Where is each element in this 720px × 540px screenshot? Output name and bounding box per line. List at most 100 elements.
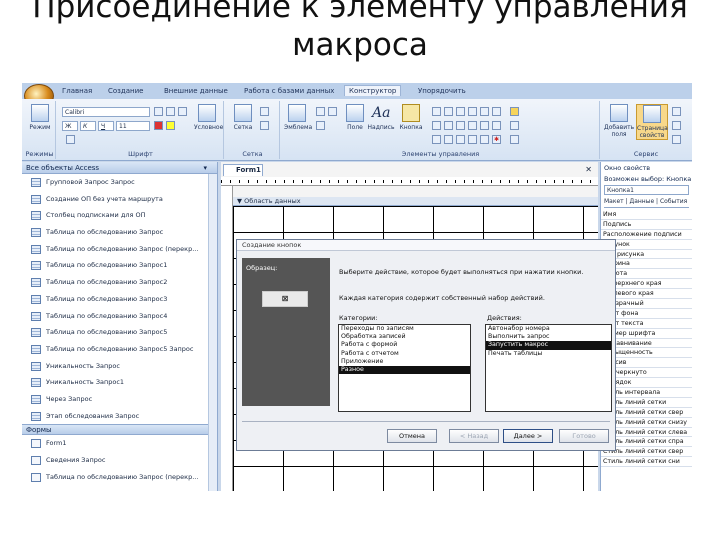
nav-form-item[interactable]: Таблица по обследованию Запрос (перекр..… (22, 469, 217, 486)
tab-external-data[interactable]: Внешние данные (164, 87, 228, 95)
actions-listbox[interactable]: Автонабор номера Выполнить запрос Запуст… (485, 324, 612, 412)
nav-item[interactable]: Уникальность Запрос (22, 358, 217, 375)
nav-item[interactable]: Таблица по обследованию Запрос2 (22, 274, 217, 291)
action-item[interactable]: Автонабор номера (486, 325, 611, 333)
page-break-icon[interactable] (468, 107, 477, 116)
tab-home[interactable]: Главная (62, 87, 92, 95)
category-item-selected[interactable]: Разное (339, 365, 470, 375)
cancel-button[interactable]: Отмена (387, 429, 437, 443)
combo-box-icon[interactable] (480, 107, 489, 116)
line-icon[interactable] (432, 135, 441, 144)
bound-object-icon[interactable] (468, 135, 477, 144)
nav-item[interactable]: Уникальность Запрос1 (22, 374, 217, 391)
list-box-icon[interactable] (432, 121, 441, 130)
tab-order-icon[interactable] (672, 107, 681, 116)
subform-icon[interactable] (444, 135, 453, 144)
attachment-icon[interactable] (456, 135, 465, 144)
nav-form-item[interactable]: Form1 (22, 435, 217, 452)
nav-section-forms[interactable]: Формы (22, 424, 217, 436)
back-button[interactable]: < Назад (449, 429, 499, 443)
chevron-down-icon[interactable]: ▾ (203, 162, 207, 174)
font-color-icon[interactable] (154, 121, 163, 130)
nav-scrollbar[interactable] (208, 174, 217, 491)
nav-item[interactable]: Таблица по обследованию Запрос (22, 224, 217, 241)
nav-item[interactable]: Таблица по обследованию Запрос (перекр..… (22, 241, 217, 258)
bold-button[interactable]: Ж (62, 121, 78, 131)
unbound-object-icon[interactable] (480, 135, 489, 144)
conditional-format-button[interactable]: Условное (194, 104, 223, 131)
field-button[interactable]: Поле (342, 104, 368, 131)
option-button-icon[interactable] (468, 121, 477, 130)
nav-item[interactable]: Таблица по обследованию Запрос4 (22, 308, 217, 325)
detail-section-bar[interactable]: ▼ Область данных (233, 197, 598, 206)
nav-form-item[interactable]: Сведения Запрос (22, 452, 217, 469)
line-type-icon[interactable] (260, 121, 269, 130)
category-item[interactable]: Обработка записей (339, 333, 470, 341)
tab-control-icon[interactable] (432, 107, 441, 116)
fill-color-icon[interactable] (166, 121, 175, 130)
category-item[interactable]: Переходы по записям (339, 325, 470, 333)
date-time-icon[interactable] (328, 107, 337, 116)
select-icon[interactable] (510, 107, 519, 116)
underline-button[interactable]: Ч (98, 121, 114, 131)
format-painter-icon[interactable] (66, 135, 75, 144)
italic-button[interactable]: К (80, 121, 96, 131)
checkbox-icon[interactable] (456, 121, 465, 130)
nav-item[interactable]: Таблица по обследованию Запрос1 (22, 257, 217, 274)
command-button-button[interactable]: Кнопка (396, 104, 426, 131)
option-group-icon[interactable] (456, 107, 465, 116)
action-item[interactable]: Выполнить запрос (486, 333, 611, 341)
tab-arrange[interactable]: Упорядочить (418, 87, 466, 95)
title-icon[interactable] (316, 107, 325, 116)
control-selector[interactable]: Кнопка1 (604, 185, 689, 195)
tab-design[interactable]: Конструктор (344, 85, 402, 96)
category-item[interactable]: Приложение (339, 358, 470, 366)
font-name-combo[interactable]: Calibri (62, 107, 150, 117)
font-size-combo[interactable]: 11 (116, 121, 150, 131)
image-icon[interactable] (492, 121, 501, 130)
close-icon[interactable]: ✕ (585, 165, 592, 174)
nav-item[interactable]: Таблица по обследованию Запрос5 (22, 324, 217, 341)
tab-create[interactable]: Создание (108, 87, 143, 95)
document-tab-form1[interactable]: Form1 (223, 164, 263, 176)
gridlines-button[interactable]: Сетка (230, 104, 256, 131)
nav-item[interactable]: Через Запрос (22, 391, 217, 408)
add-fields-button[interactable]: Добавить поля (604, 104, 634, 138)
nav-pane-header[interactable]: Все объекты Access ▾ (22, 162, 217, 174)
view-button[interactable]: Режим (27, 104, 53, 131)
action-item-selected[interactable]: Запустить макрос (486, 341, 611, 350)
activex-icon[interactable] (510, 135, 519, 144)
align-left-icon[interactable] (154, 107, 163, 116)
subform-new-window-icon[interactable] (672, 121, 681, 130)
property-tabs[interactable]: Макет | Данные | События | Другие | Все (604, 197, 689, 208)
categories-listbox[interactable]: Переходы по записям Обработка записей Ра… (338, 324, 471, 412)
finish-button[interactable]: Готово (559, 429, 609, 443)
property-row[interactable]: Подпись (601, 220, 692, 230)
logo-button[interactable]: Эмблема (284, 104, 312, 131)
category-item[interactable]: Работа с формой (339, 341, 470, 349)
category-item[interactable]: Работа с отчетом (339, 350, 470, 358)
nav-item[interactable]: Создание ОП без учета маршрута (22, 191, 217, 208)
align-center-icon[interactable] (166, 107, 175, 116)
tab-database-tools[interactable]: Работа с базами данных (244, 87, 334, 95)
hyperlink-icon[interactable] (444, 107, 453, 116)
label-button[interactable]: Aa Надпись (366, 104, 396, 131)
page-numbers-icon[interactable] (316, 121, 325, 130)
line-thickness-icon[interactable] (260, 107, 269, 116)
align-right-icon[interactable] (178, 107, 187, 116)
control-wizards-icon[interactable]: ✱ (492, 135, 501, 144)
property-row[interactable]: Имя (601, 210, 692, 220)
view-code-icon[interactable] (672, 135, 681, 144)
set-control-defaults-icon[interactable] (510, 121, 519, 130)
property-sheet-button[interactable]: Страница свойств (636, 104, 668, 140)
toggle-button-icon[interactable] (480, 121, 489, 130)
nav-item[interactable]: Столбец подписками для ОП (22, 207, 217, 224)
nav-item[interactable]: Групповой Запрос Запрос (22, 174, 217, 191)
rectangle-icon[interactable] (444, 121, 453, 130)
property-row[interactable]: Стиль линий сетки сни (601, 457, 692, 468)
chart-icon[interactable] (492, 107, 501, 116)
nav-item[interactable]: Таблица по обследованию Запрос3 (22, 291, 217, 308)
nav-item[interactable]: Таблица по обследованию Запрос5 Запрос (22, 341, 217, 358)
nav-item[interactable]: Этап обследования Запрос (22, 408, 217, 425)
action-item[interactable]: Печать таблицы (486, 350, 611, 358)
